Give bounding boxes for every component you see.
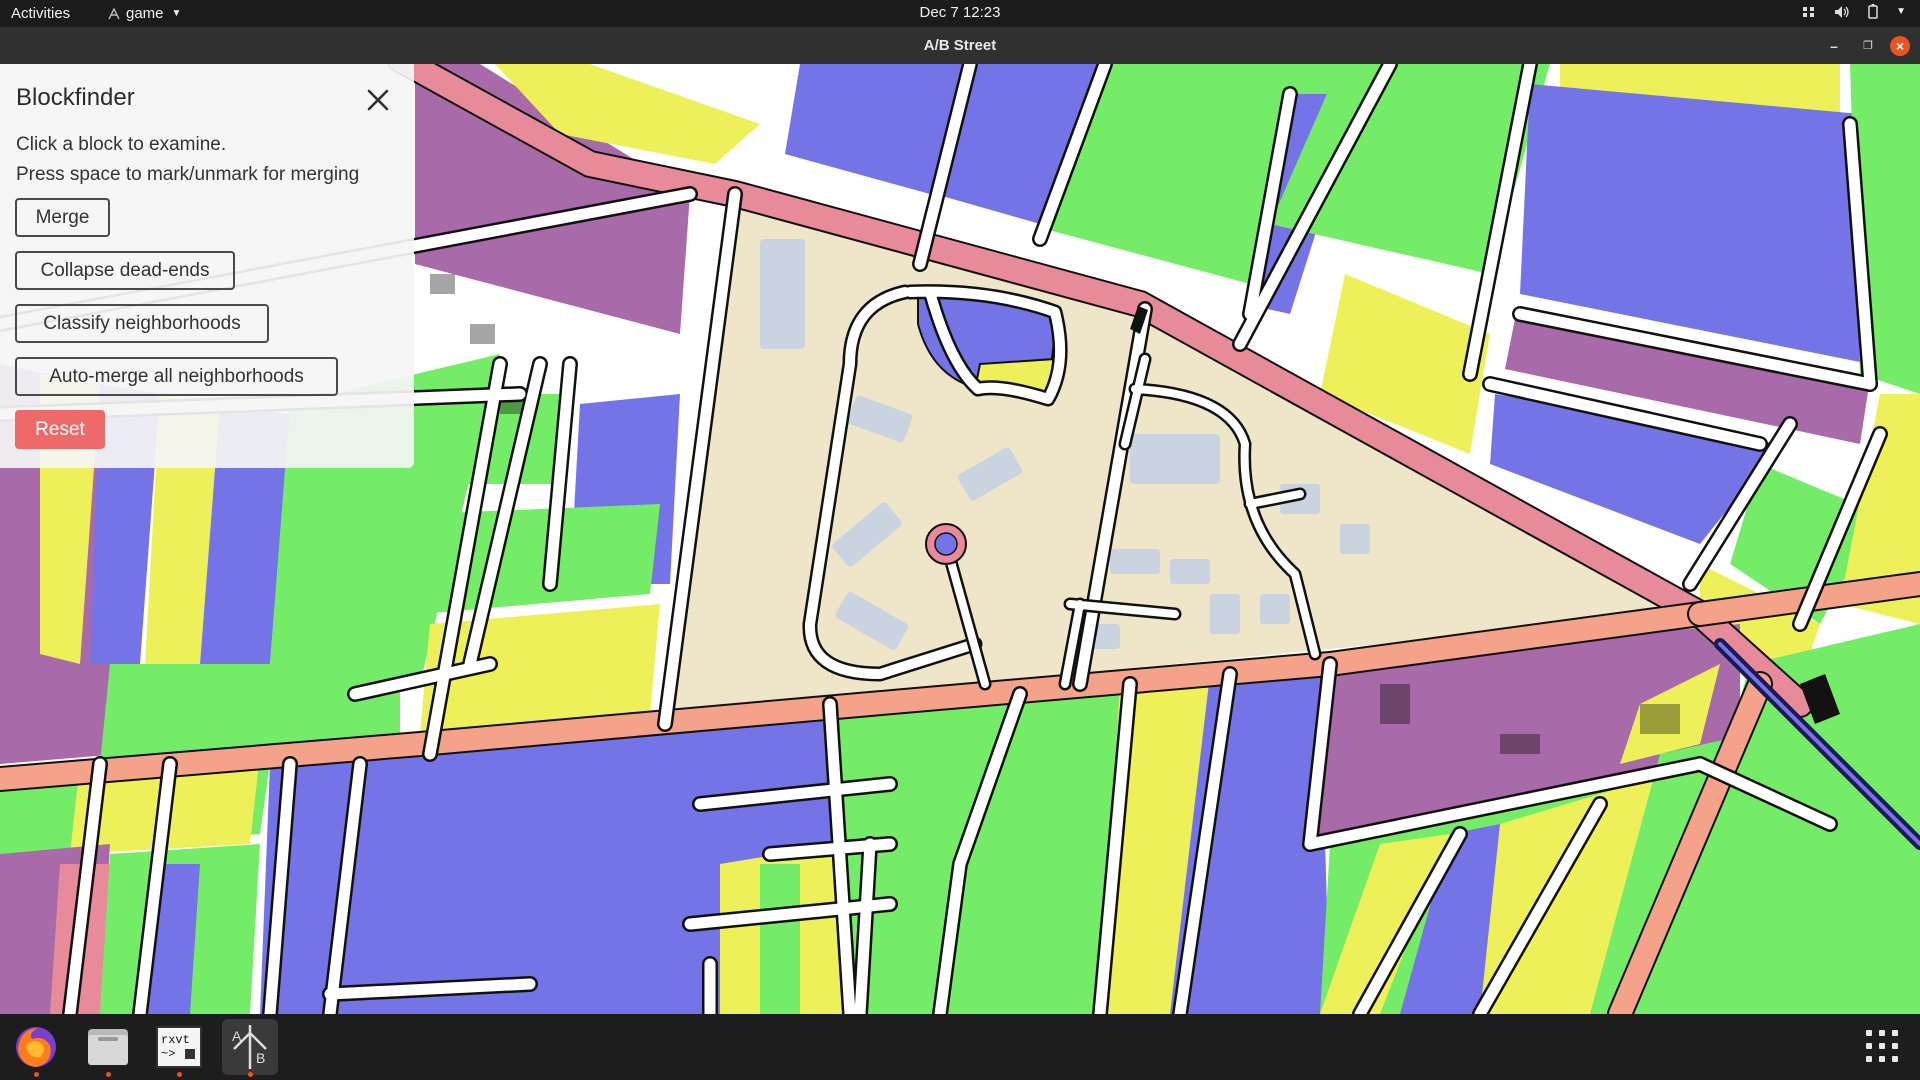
dock-item-firefox[interactable] [8,1019,64,1077]
svg-text:B: B [256,1050,265,1066]
dock-item-rxvt[interactable]: rxvt ~> [151,1019,207,1077]
window-title: A/B Street [923,37,997,54]
app-menu[interactable]: game ▼ [108,5,181,22]
help-text: Press space to mark/unmark for merging [16,164,360,185]
running-indicator [34,1072,39,1077]
roundabout-center [934,532,958,556]
battery-icon[interactable] [1868,4,1878,19]
help-text: Click a block to examine. [16,134,227,155]
block[interactable] [760,864,800,1014]
svg-text:rxvt: rxvt [161,1033,190,1047]
running-indicator [177,1072,182,1077]
volume-icon[interactable] [1834,5,1850,19]
system-tray[interactable]: ▼ [1802,4,1906,19]
network-icon[interactable] [1802,6,1816,18]
running-indicator [248,1072,253,1077]
maximize-icon[interactable]: ❐ [1858,36,1878,56]
app-menu-label: game [126,5,164,22]
collapse-dead-ends-button[interactable]: Collapse dead-ends [15,251,235,290]
app-icon [108,7,120,19]
folder-icon [88,1029,128,1065]
firefox-icon [16,1027,56,1067]
clock[interactable]: Dec 7 12:23 [920,4,1001,21]
merge-button[interactable]: Merge [15,198,110,237]
reset-button[interactable]: Reset [15,410,105,449]
minimize-icon[interactable]: – [1824,36,1844,56]
activities-button[interactable]: Activities [11,5,70,22]
dock-item-files[interactable] [80,1019,136,1077]
svg-text:A: A [232,1028,242,1044]
abstreet-icon: A B [232,1025,267,1069]
show-applications-icon[interactable] [1866,1030,1898,1062]
blockfinder-panel: Blockfinder Click a block to examine. Pr… [0,64,414,468]
dock: rxvt ~> A B [0,1014,1920,1080]
classify-neighborhoods-button[interactable]: Classify neighborhoods [15,304,269,343]
chevron-down-icon[interactable]: ▼ [1896,6,1906,17]
panel-title: Blockfinder [16,84,135,111]
close-window-icon[interactable]: × [1890,36,1910,56]
terminal-icon: rxvt ~> [156,1026,202,1068]
svg-text:~>: ~> [161,1047,175,1061]
close-icon[interactable] [362,84,394,116]
window-title-bar[interactable]: A/B Street – ❐ × [0,27,1920,64]
system-top-bar: Activities game ▼ Dec 7 12:23 ▼ [0,0,1920,27]
chevron-down-icon: ▼ [171,8,182,19]
auto-merge-button[interactable]: Auto-merge all neighborhoods [15,357,338,396]
running-indicator [106,1072,111,1077]
dock-item-abstreet[interactable]: A B [222,1019,278,1077]
